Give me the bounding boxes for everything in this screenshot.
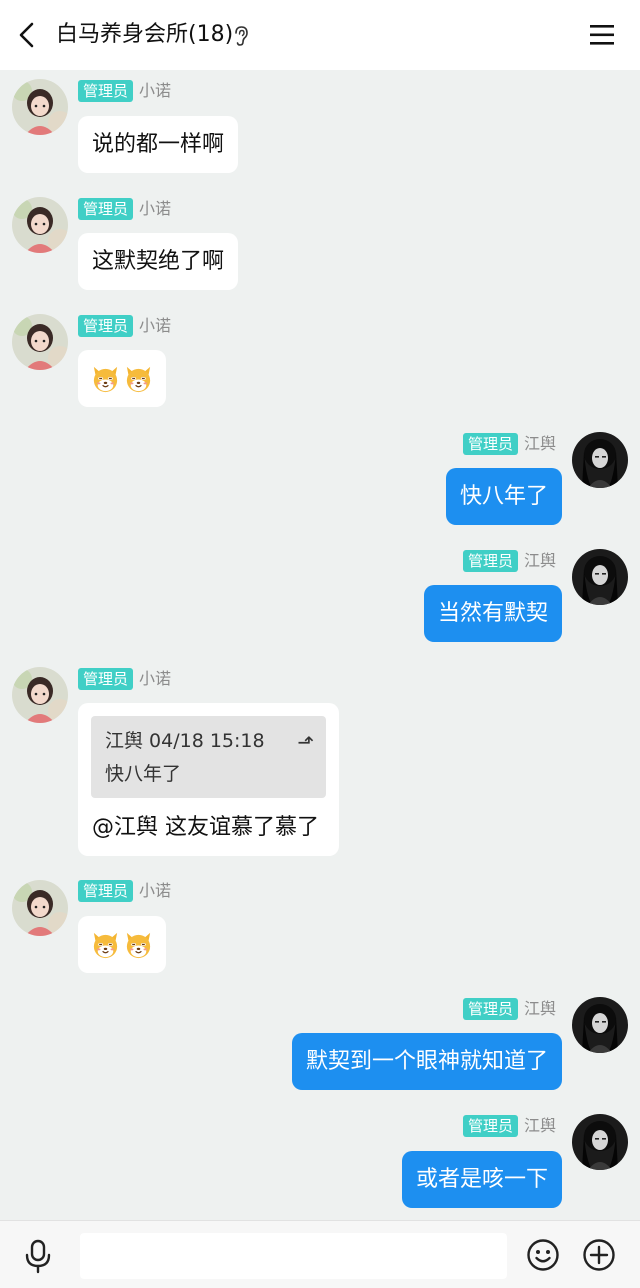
reply-message-bubble[interactable]: 江舆 04/18 15:18 ⬏ 快八年了 @江舆 这友谊慕了慕了 — [78, 703, 339, 856]
avatar[interactable] — [12, 79, 68, 135]
sender-meta: 管理员 小诺 — [78, 880, 171, 902]
dog-face-emoji — [123, 929, 154, 960]
sender-name: 小诺 — [139, 81, 172, 100]
smiley-icon[interactable] — [526, 1238, 560, 1272]
menu-icon[interactable] — [586, 20, 618, 50]
dog-face-emoji — [90, 363, 121, 394]
admin-badge: 管理员 — [78, 80, 134, 102]
admin-badge: 管理员 — [78, 668, 134, 690]
emoji-message-bubble[interactable] — [78, 350, 166, 407]
avatar[interactable] — [572, 1114, 628, 1170]
sender-name: 江舆 — [523, 1116, 556, 1135]
admin-badge: 管理员 — [78, 315, 134, 337]
sender-meta: 管理员 江舆 — [462, 433, 556, 455]
admin-badge: 管理员 — [462, 998, 518, 1020]
avatar[interactable] — [12, 314, 68, 370]
message-input[interactable] — [80, 1233, 507, 1279]
plus-icon[interactable] — [582, 1238, 616, 1272]
dog-face-emoji — [123, 363, 154, 394]
sender-meta: 管理员 小诺 — [78, 198, 171, 220]
quoted-message[interactable]: 江舆 04/18 15:18 ⬏ 快八年了 — [91, 716, 326, 798]
reply-text: @江舆 这友谊慕了慕了 — [92, 815, 319, 840]
avatar[interactable] — [12, 880, 68, 936]
top-bar: 白马养身会所(18) — [0, 0, 640, 70]
jump-to-quote-icon[interactable]: ⬏ — [297, 730, 314, 754]
sender-meta: 管理员 江舆 — [462, 1115, 556, 1137]
quoted-author-time: 江舆 04/18 15:18 — [105, 730, 265, 752]
sender-name: 江舆 — [523, 551, 556, 570]
message-bubble[interactable]: 快八年了 — [445, 468, 562, 525]
sender-meta: 管理员 江舆 — [462, 550, 556, 572]
sender-name: 小诺 — [139, 881, 172, 900]
input-bar — [0, 1220, 640, 1288]
back-arrow-icon[interactable] — [14, 20, 42, 50]
sender-meta: 管理员 小诺 — [78, 315, 171, 337]
avatar[interactable] — [12, 197, 68, 253]
avatar[interactable] — [572, 997, 628, 1053]
sender-meta: 管理员 小诺 — [78, 80, 171, 102]
message-bubble[interactable]: 当然有默契 — [423, 585, 562, 642]
microphone-icon[interactable] — [22, 1238, 54, 1274]
sender-name: 小诺 — [139, 316, 172, 335]
avatar[interactable] — [572, 432, 628, 488]
avatar[interactable] — [12, 667, 68, 723]
sender-name: 小诺 — [139, 669, 172, 688]
message-bubble[interactable]: 或者是咳一下 — [401, 1151, 562, 1208]
message-bubble[interactable]: 这默契绝了啊 — [78, 233, 239, 290]
sender-meta: 管理员 江舆 — [462, 998, 556, 1020]
emoji-message-bubble[interactable] — [78, 916, 166, 973]
ear-icon — [235, 26, 248, 46]
message-bubble[interactable]: 说的都一样啊 — [78, 116, 239, 173]
admin-badge: 管理员 — [78, 198, 134, 220]
sender-meta: 管理员 小诺 — [78, 668, 171, 690]
chat-title: 白马养身会所(18) — [56, 22, 234, 47]
admin-badge: 管理员 — [462, 1115, 518, 1137]
sender-name: 江舆 — [523, 434, 556, 453]
admin-badge: 管理员 — [462, 433, 518, 455]
avatar[interactable] — [572, 549, 628, 605]
admin-badge: 管理员 — [78, 880, 134, 902]
message-bubble[interactable]: 默契到一个眼神就知道了 — [291, 1033, 562, 1090]
admin-badge: 管理员 — [462, 550, 518, 572]
sender-name: 江舆 — [523, 999, 556, 1018]
sender-name: 小诺 — [139, 199, 172, 218]
dog-face-emoji — [90, 929, 121, 960]
quoted-text: 快八年了 — [105, 763, 182, 785]
